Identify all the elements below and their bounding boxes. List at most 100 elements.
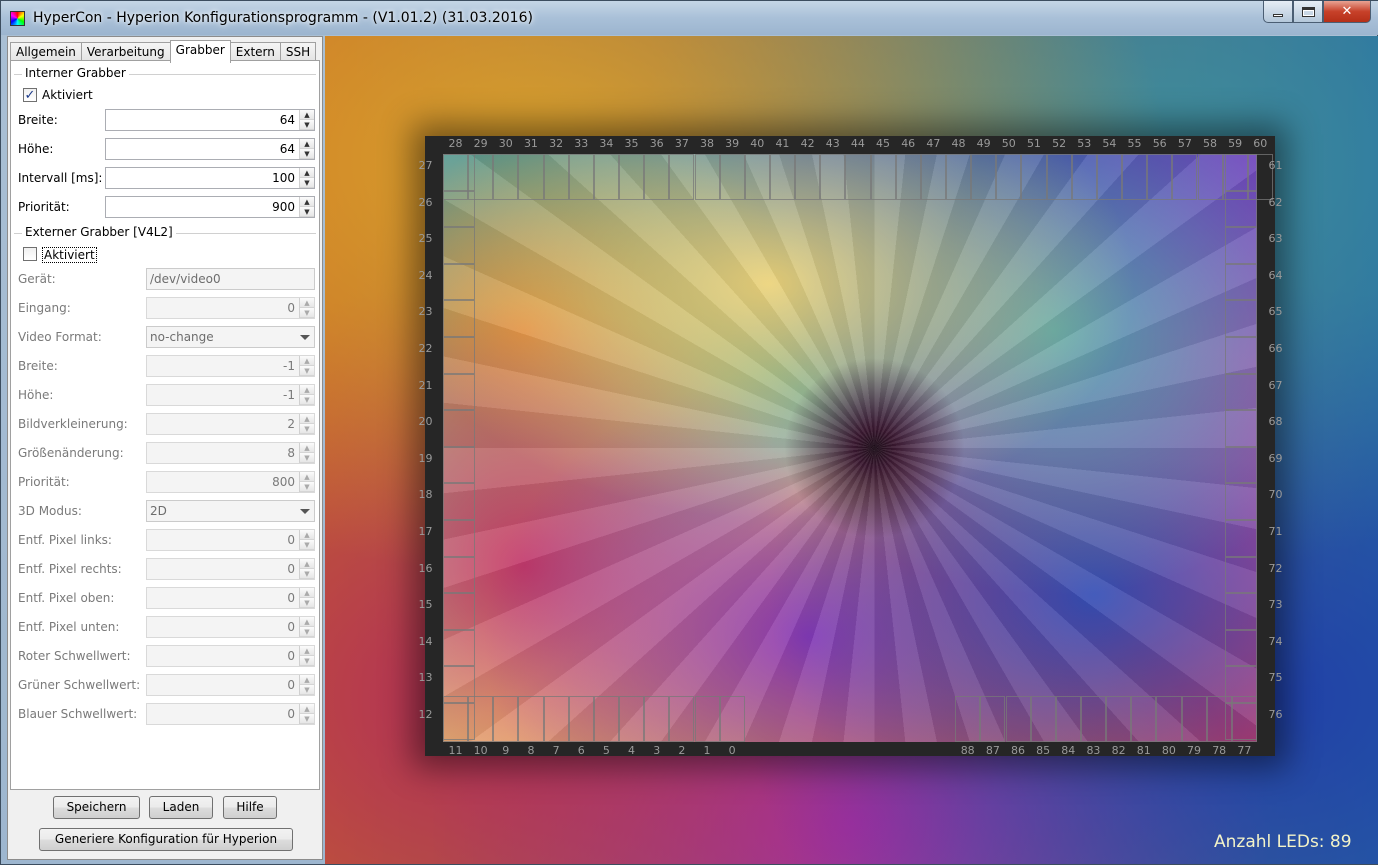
maximize-button[interactable]: [1293, 1, 1323, 23]
crop-top-spinbox[interactable]: 0 ▲ ▼: [146, 587, 315, 609]
spin-down-icon[interactable]: ▼: [300, 482, 314, 492]
red-threshold-label: Roter Schwellwert:: [18, 649, 131, 663]
led-box: [443, 629, 475, 667]
resize-spinbox[interactable]: 8 ▲ ▼: [146, 442, 315, 464]
led-number-bottom: 83: [1086, 744, 1101, 757]
crop-left-spinbox[interactable]: 0 ▲ ▼: [146, 529, 315, 551]
spin-up-icon[interactable]: ▲: [300, 530, 314, 540]
crop-bottom-spinbox[interactable]: 0 ▲ ▼: [146, 616, 315, 638]
ext-width-spinbox[interactable]: -1 ▲ ▼: [146, 355, 315, 377]
green-threshold-label: Grüner Schwellwert:: [18, 678, 141, 692]
spin-down-icon[interactable]: ▼: [300, 308, 314, 318]
spin-down-icon[interactable]: ▼: [300, 453, 314, 463]
spin-up-icon[interactable]: ▲: [300, 168, 314, 178]
tab-extern[interactable]: Extern: [229, 42, 281, 62]
generate-config-button[interactable]: Generiere Konfiguration für Hyperion: [39, 828, 293, 851]
led-number-bottom: 79: [1187, 744, 1202, 757]
input-spinbox[interactable]: 0 ▲ ▼: [146, 297, 315, 319]
spin-up-icon[interactable]: ▲: [300, 704, 314, 714]
led-box: [1005, 696, 1031, 742]
spin-down-icon[interactable]: ▼: [300, 714, 314, 724]
led-screen-frame: 28 29 30 31 32 33 34 35 36 37 38 39 40 41 42 43 44 45 46 47…: [419, 136, 1283, 757]
spin-up-icon[interactable]: ▲: [300, 646, 314, 656]
led-number-top: 49: [976, 137, 991, 150]
external-grabber-title: Externer Grabber [V4L2]: [22, 225, 176, 239]
green-threshold-spinbox[interactable]: 0 ▲ ▼: [146, 674, 315, 696]
decimation-spinbox[interactable]: 2 ▲ ▼: [146, 413, 315, 435]
spin-up-icon[interactable]: ▲: [300, 617, 314, 627]
spin-down-icon[interactable]: ▼: [300, 366, 314, 376]
led-number-bottom: 86: [1011, 744, 1025, 757]
tab-verarbeitung[interactable]: Verarbeitung: [80, 42, 171, 62]
load-button[interactable]: Laden: [149, 796, 213, 819]
tab-allgemein[interactable]: Allgemein: [10, 42, 82, 62]
ext-priority-spinbox[interactable]: 800 ▲ ▼: [146, 471, 315, 493]
save-button[interactable]: Speichern: [53, 796, 140, 819]
led-number-top: 58: [1203, 137, 1217, 150]
led-box: [443, 154, 475, 191]
led-number-top: 41: [775, 137, 790, 150]
spin-up-icon[interactable]: ▲: [300, 559, 314, 569]
blue-threshold-spinbox[interactable]: 0 ▲ ▼: [146, 703, 315, 725]
spin-down-icon[interactable]: ▼: [300, 685, 314, 695]
led-number-right: 74: [1268, 634, 1283, 648]
ext-width-label: Breite:: [18, 359, 58, 373]
spin-up-icon[interactable]: ▲: [300, 385, 314, 395]
led-box: [443, 300, 475, 337]
video-format-select[interactable]: no-change: [146, 326, 315, 348]
spin-up-icon[interactable]: ▲: [300, 472, 314, 482]
title-bar[interactable]: HyperCon - Hyperion Konfigurationsprogra…: [1, 1, 1378, 35]
spin-down-icon[interactable]: ▼: [300, 424, 314, 434]
spin-down-icon[interactable]: ▼: [300, 207, 314, 217]
spin-up-icon[interactable]: ▲: [300, 110, 314, 120]
internal-interval-spinbox[interactable]: 100 ▲ ▼: [105, 167, 315, 189]
led-number-bottom: 4: [628, 744, 636, 757]
tab-grabber[interactable]: Grabber: [169, 40, 231, 63]
led-box: [1225, 154, 1257, 191]
led-number-top: 56: [1152, 137, 1167, 150]
help-button[interactable]: Hilfe: [223, 796, 277, 819]
spin-up-icon[interactable]: ▲: [300, 675, 314, 685]
close-button[interactable]: ✕: [1323, 1, 1371, 23]
led-number-left: 24: [418, 268, 433, 282]
device-field[interactable]: /dev/video0: [146, 268, 315, 290]
spin-down-icon[interactable]: ▼: [300, 395, 314, 405]
led-box: [1021, 154, 1047, 200]
spin-up-icon[interactable]: ▲: [300, 443, 314, 453]
led-number-right: 62: [1268, 195, 1283, 209]
led-number-left: 26: [418, 195, 433, 209]
minimize-button[interactable]: [1263, 1, 1293, 23]
led-box: [1225, 227, 1257, 264]
spin-down-icon[interactable]: ▼: [300, 120, 314, 130]
spin-up-icon[interactable]: ▲: [300, 139, 314, 149]
spin-up-icon[interactable]: ▲: [300, 588, 314, 598]
led-box: [1030, 696, 1056, 742]
grabber-tab-pane: Interner Grabber ✓ Aktiviert Breite: 64 ▲…: [10, 60, 320, 790]
led-number-top: 51: [1026, 137, 1041, 150]
led-number-bottom: 8: [527, 744, 535, 757]
red-threshold-spinbox[interactable]: 0 ▲ ▼: [146, 645, 315, 667]
spin-up-icon[interactable]: ▲: [300, 414, 314, 424]
external-enabled-checkbox[interactable]: [23, 247, 37, 261]
led-number-left: 13: [418, 671, 433, 685]
spin-up-icon[interactable]: ▲: [300, 356, 314, 366]
spin-down-icon[interactable]: ▼: [300, 540, 314, 550]
crop-right-spinbox[interactable]: 0 ▲ ▼: [146, 558, 315, 580]
spin-down-icon[interactable]: ▼: [300, 598, 314, 608]
led-number-right: 65: [1268, 305, 1283, 319]
internal-height-spinbox[interactable]: 64 ▲ ▼: [105, 138, 315, 160]
internal-width-spinbox[interactable]: 64 ▲ ▼: [105, 109, 315, 131]
internal-enabled-checkbox[interactable]: ✓: [23, 88, 37, 102]
spin-up-icon[interactable]: ▲: [300, 197, 314, 207]
led-number-bottom: 87: [985, 744, 1000, 757]
3d-mode-select[interactable]: 2D: [146, 500, 315, 522]
spin-down-icon[interactable]: ▼: [300, 569, 314, 579]
spin-down-icon[interactable]: ▼: [300, 178, 314, 188]
tab-ssh[interactable]: SSH: [279, 42, 317, 62]
internal-priority-spinbox[interactable]: 900 ▲ ▼: [105, 196, 315, 218]
spin-down-icon[interactable]: ▼: [300, 627, 314, 637]
ext-height-spinbox[interactable]: -1 ▲ ▼: [146, 384, 315, 406]
spin-down-icon[interactable]: ▼: [300, 149, 314, 159]
spin-down-icon[interactable]: ▼: [300, 656, 314, 666]
spin-up-icon[interactable]: ▲: [300, 298, 314, 308]
